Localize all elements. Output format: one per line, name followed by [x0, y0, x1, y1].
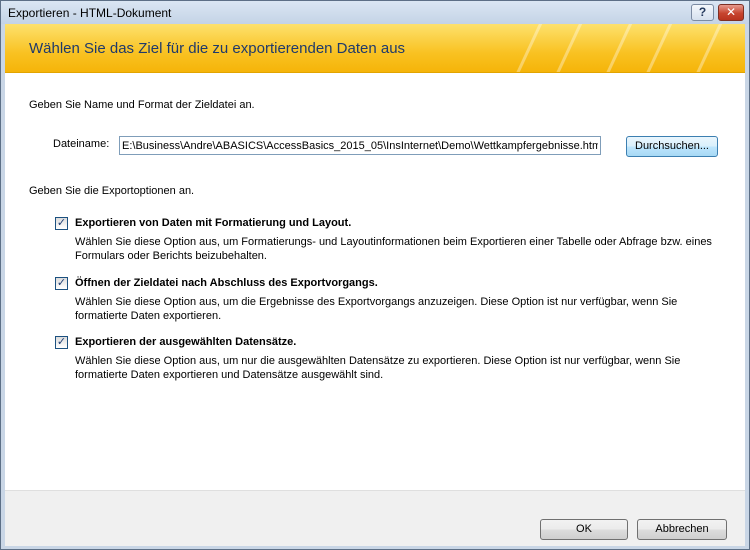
option-selected-records-description: Wählen Sie diese Option aus, um nur die …: [75, 355, 681, 381]
ok-button[interactable]: OK: [540, 519, 628, 540]
banner-decoration: [495, 24, 558, 72]
option-formatting-description: Wählen Sie diese Option aus, um Formatie…: [75, 236, 712, 262]
banner-decoration: [675, 24, 738, 72]
option-open-file-title[interactable]: Öffnen der Zieldatei nach Abschluss des …: [75, 277, 378, 289]
option-formatting-checkbox[interactable]: ✓: [55, 217, 68, 230]
option-open-file-checkbox[interactable]: ✓: [55, 277, 68, 290]
window-title: Exportieren - HTML-Dokument: [8, 6, 172, 20]
header-banner: Wählen Sie das Ziel für die zu exportier…: [5, 24, 745, 73]
close-icon: ✕: [725, 5, 737, 19]
checkmark-icon: ✓: [56, 336, 67, 348]
banner-decoration: [535, 24, 598, 72]
option-selected-records-title[interactable]: Exportieren der ausgewählten Datensätze.: [75, 336, 296, 348]
banner-decoration: [625, 24, 688, 72]
filename-input[interactable]: [119, 136, 601, 155]
button-bar: OK Abbrechen: [5, 490, 745, 546]
filename-label: Dateiname:: [53, 138, 110, 150]
option-formatting-title[interactable]: Exportieren von Daten mit Formatierung u…: [75, 217, 351, 229]
cancel-button[interactable]: Abbrechen: [637, 519, 727, 540]
export-dialog: Exportieren - HTML-Dokument ? ✕ Wählen S…: [0, 0, 750, 550]
destination-instruction: Geben Sie Name und Format der Zieldatei …: [29, 99, 255, 111]
title-bar: Exportieren - HTML-Dokument ? ✕: [1, 1, 749, 24]
option-selected-records-checkbox[interactable]: ✓: [55, 336, 68, 349]
checkmark-icon: ✓: [56, 217, 67, 229]
banner-title: Wählen Sie das Ziel für die zu exportier…: [29, 40, 406, 57]
help-icon: ?: [698, 5, 707, 19]
close-button[interactable]: ✕: [718, 4, 744, 21]
checkmark-icon: ✓: [56, 277, 67, 289]
browse-button[interactable]: Durchsuchen...: [626, 136, 718, 157]
help-button[interactable]: ?: [691, 4, 714, 21]
dialog-content: Wählen Sie das Ziel für die zu exportier…: [5, 24, 745, 546]
option-open-file-description: Wählen Sie diese Option aus, um die Erge…: [75, 296, 678, 322]
export-options-instruction: Geben Sie die Exportoptionen an.: [29, 185, 195, 197]
banner-decoration: [585, 24, 648, 72]
